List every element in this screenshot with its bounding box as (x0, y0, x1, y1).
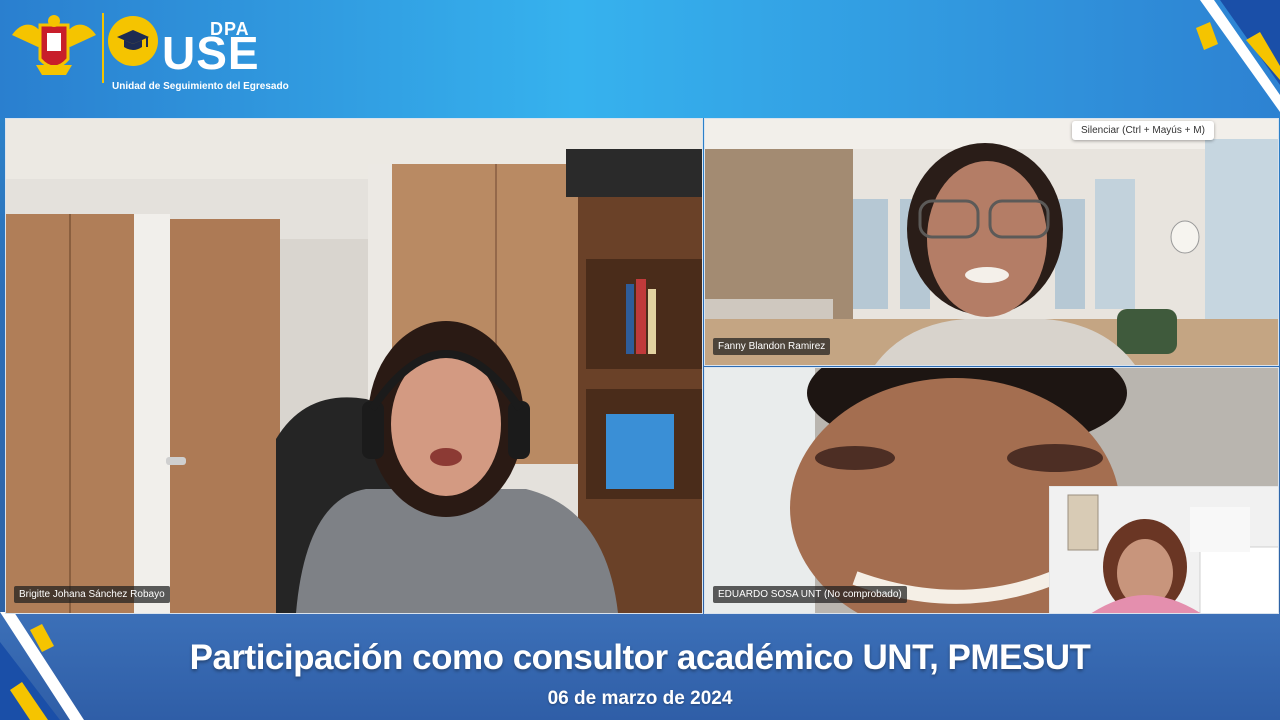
brand-text: DPA USE Unidad de Seguimiento del Egresa… (112, 19, 289, 92)
video-tile-participant-2[interactable]: Fanny Blandon Ramirez Silenciar (Ctrl + … (704, 118, 1279, 366)
dpa-use-logo: DPA USE Unidad de Seguimiento del Egresa… (10, 10, 289, 92)
corner-stripes-top-right (1196, 0, 1280, 112)
participant-1-name-tag: Brigitte Johana Sánchez Robayo (14, 586, 170, 603)
participant-2-video (705, 119, 1278, 365)
graduation-cap-badge (108, 16, 158, 66)
graduation-cap-icon (117, 30, 149, 50)
participant-3-name-tag: EDUARDO SOSA UNT (No comprobado) (713, 586, 907, 603)
video-tile-participant-3[interactable]: EDUARDO SOSA UNT (No comprobado) (704, 367, 1279, 614)
university-crest-icon (12, 15, 96, 75)
video-tile-participant-1[interactable]: Brigitte Johana Sánchez Robayo (5, 118, 703, 614)
participant-1-video (6, 119, 702, 613)
event-date: 06 de marzo de 2024 (547, 688, 733, 709)
event-title: Participación como consultor académico U… (189, 638, 1091, 677)
brand-subtitle: Unidad de Seguimiento del Egresado (112, 81, 289, 92)
brand-top-text: DPA (210, 19, 250, 39)
logo-separator (102, 13, 104, 83)
self-view-thumbnail[interactable] (1049, 486, 1278, 613)
participant-2-name-tag: Fanny Blandon Ramirez (713, 338, 831, 355)
mute-tooltip: Silenciar (Ctrl + Mayús + M) (1072, 121, 1214, 140)
self-view-video (1050, 487, 1278, 613)
